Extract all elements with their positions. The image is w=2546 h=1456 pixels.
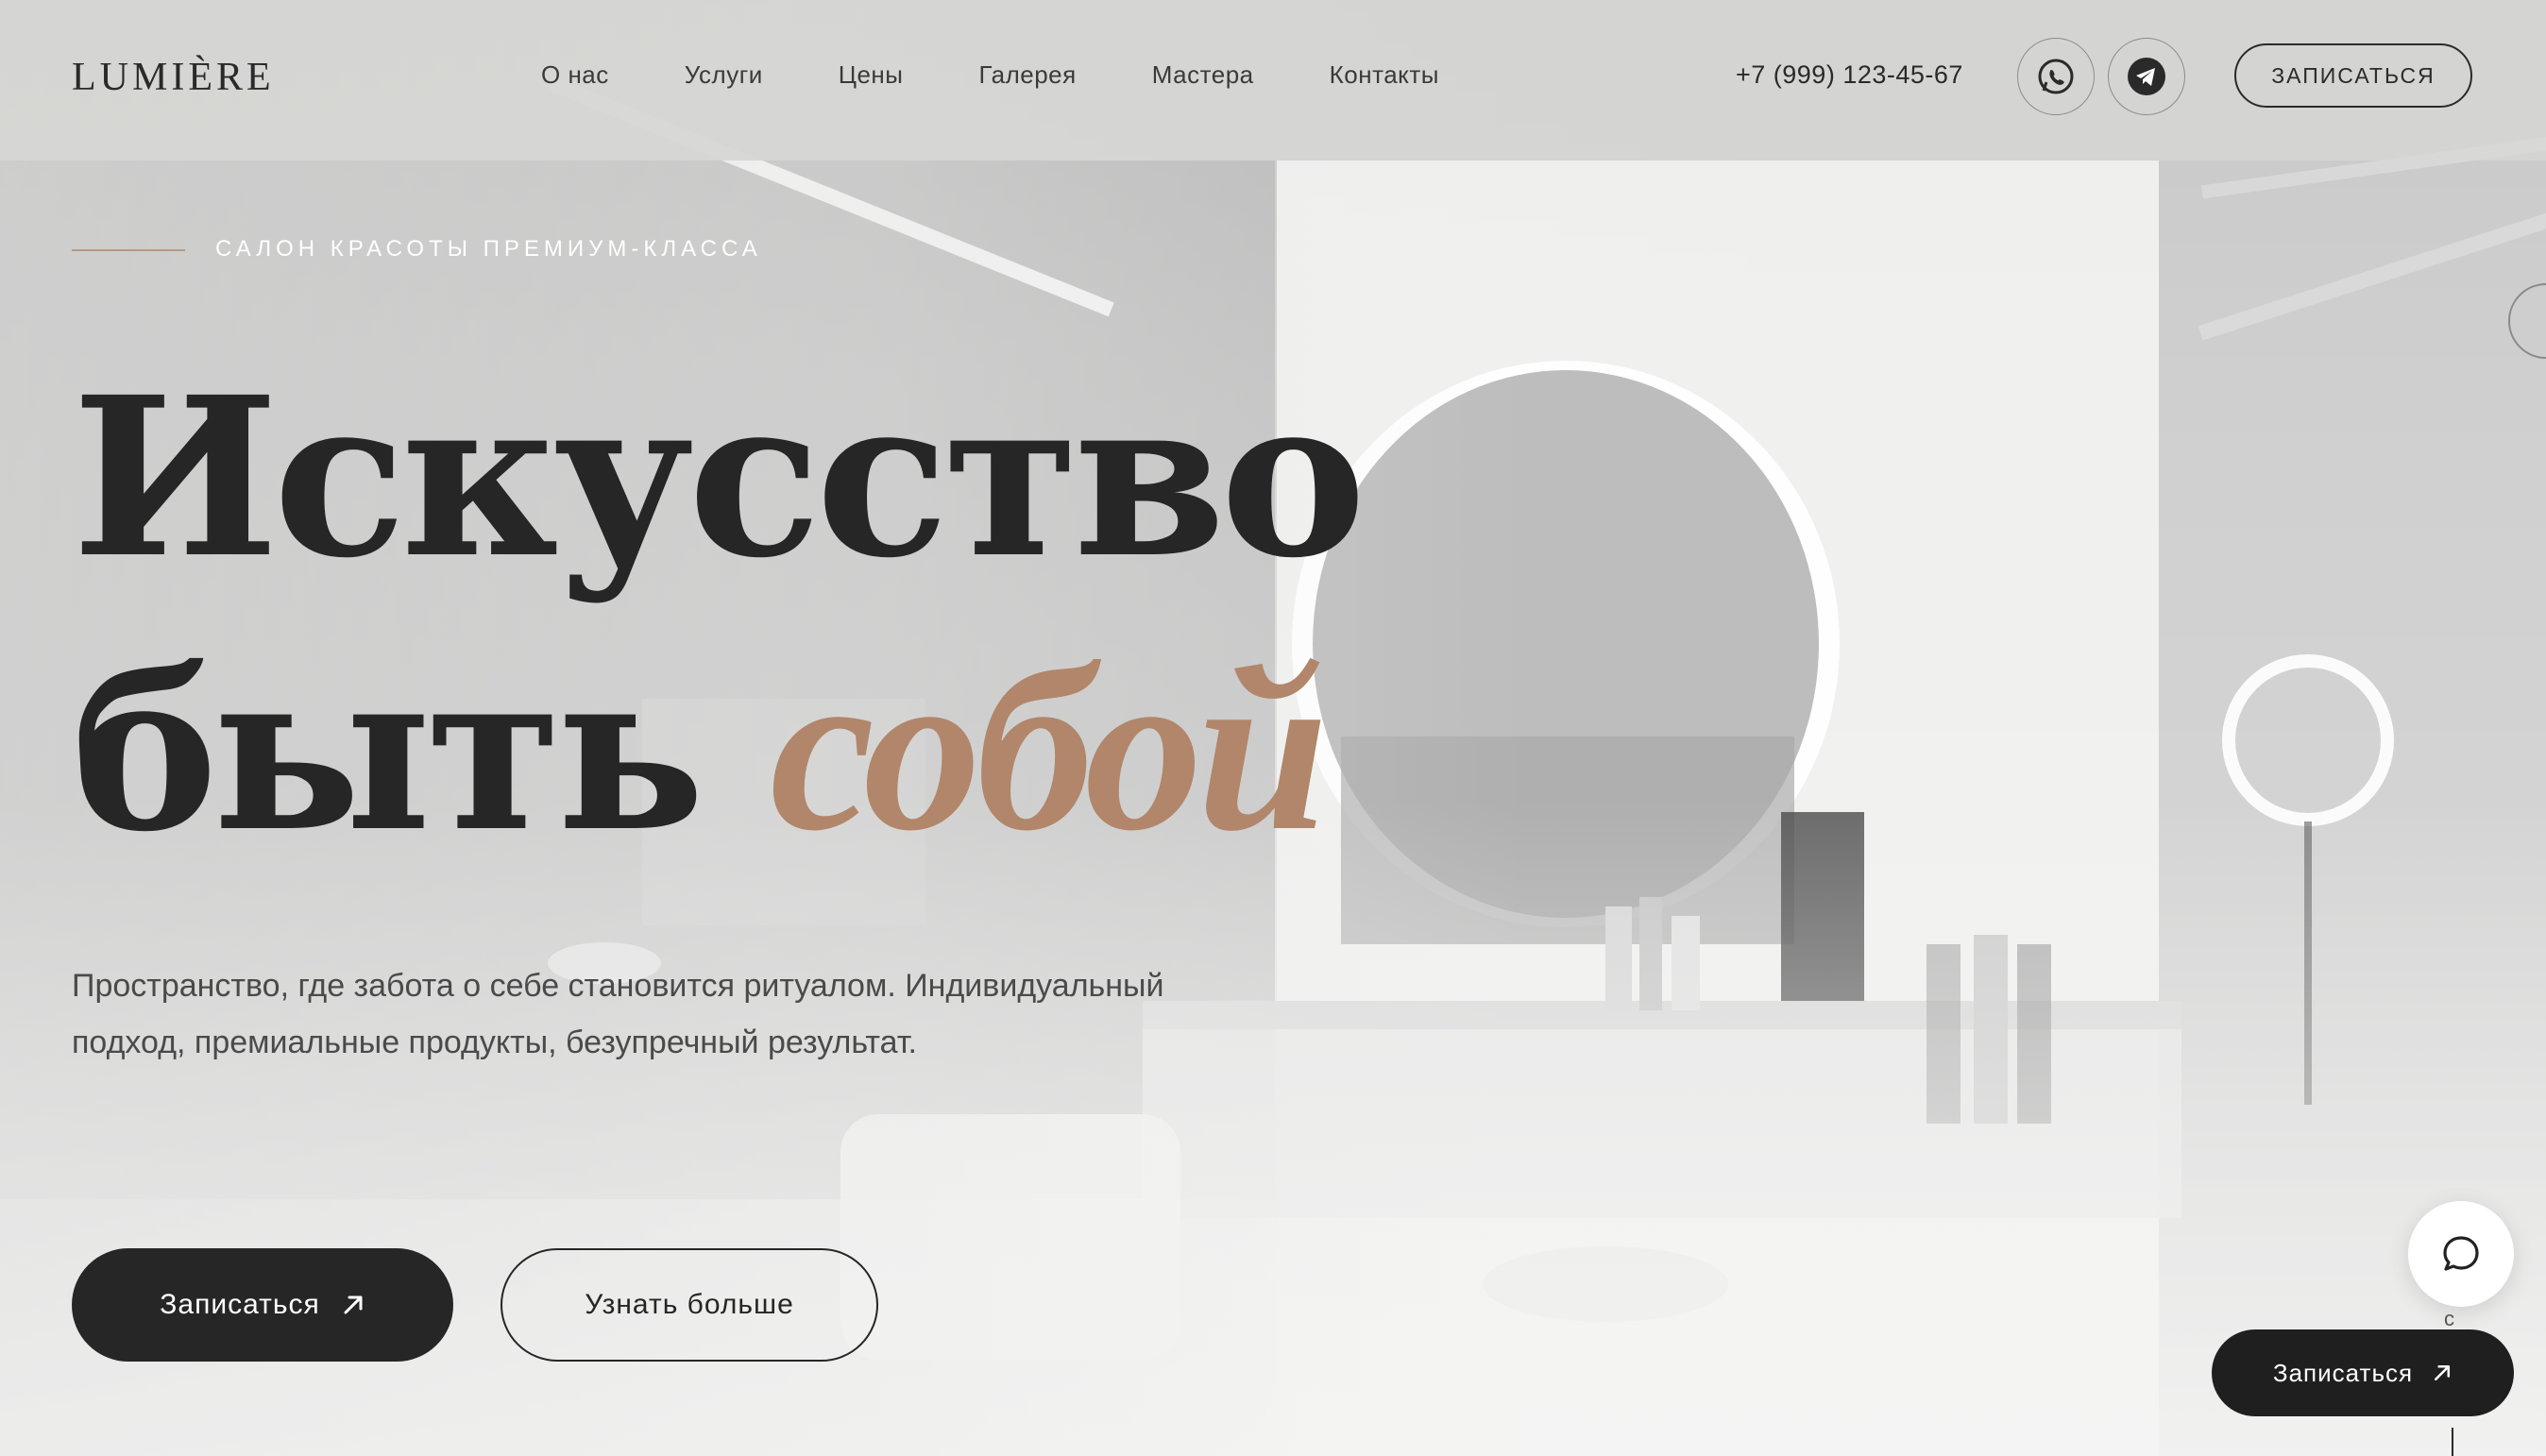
book-button-label: Записаться bbox=[160, 1289, 320, 1320]
nav-item-prices[interactable]: Цены bbox=[839, 60, 904, 90]
telegram-button[interactable] bbox=[2108, 38, 2185, 115]
nav-item-about[interactable]: О нас bbox=[541, 60, 609, 90]
nav-item-gallery[interactable]: Галерея bbox=[978, 60, 1076, 90]
book-button[interactable]: Записаться bbox=[72, 1248, 453, 1362]
floating-book-label: Записаться bbox=[2272, 1358, 2414, 1387]
chat-button[interactable] bbox=[2408, 1201, 2514, 1307]
scroll-indicator-line bbox=[2452, 1428, 2453, 1456]
scroll-indicator-glyph: c bbox=[2444, 1307, 2454, 1330]
logo[interactable]: LUMIÈRE bbox=[72, 55, 275, 100]
hero-title-line1: Искусство bbox=[72, 348, 1366, 606]
hero-title-line2: быть bbox=[72, 622, 705, 880]
hero-eyebrow: САЛОН КРАСОТЫ ПРЕМИУМ-КЛАССА bbox=[215, 236, 762, 262]
arrow-up-right-icon bbox=[2435, 1364, 2451, 1381]
hero-description: Пространство, где забота о себе становит… bbox=[72, 968, 1164, 1060]
nav-item-services[interactable]: Услуги bbox=[685, 60, 763, 90]
phone-link[interactable]: +7 (999) 123-45-67 bbox=[1736, 60, 1963, 90]
telegram-icon bbox=[2128, 58, 2165, 95]
whatsapp-icon bbox=[2038, 59, 2074, 94]
header-book-button[interactable]: ЗАПИСАТЬСЯ bbox=[2234, 43, 2472, 108]
page: LUMIÈRE О нас Услуги Цены Галерея Мастер… bbox=[0, 0, 2546, 1456]
arrow-up-right-icon bbox=[344, 1295, 363, 1314]
whatsapp-button[interactable] bbox=[2017, 38, 2095, 115]
floating-book-button[interactable]: Записаться bbox=[2212, 1329, 2514, 1416]
learn-more-button[interactable]: Узнать больше bbox=[501, 1248, 878, 1362]
site-header: LUMIÈRE О нас Услуги Цены Галерея Мастер… bbox=[0, 0, 2546, 161]
hero-title: Искусство быть собой bbox=[72, 342, 1366, 888]
nav-item-contacts[interactable]: Контакты bbox=[1330, 60, 1439, 90]
hero-title-accent: собой bbox=[770, 618, 1328, 880]
eyebrow-divider bbox=[72, 249, 185, 251]
nav-item-masters[interactable]: Мастера bbox=[1152, 60, 1254, 90]
chat-bubble-icon bbox=[2443, 1236, 2479, 1271]
main-nav: О нас Услуги Цены Галерея Мастера Контак… bbox=[541, 60, 1515, 90]
